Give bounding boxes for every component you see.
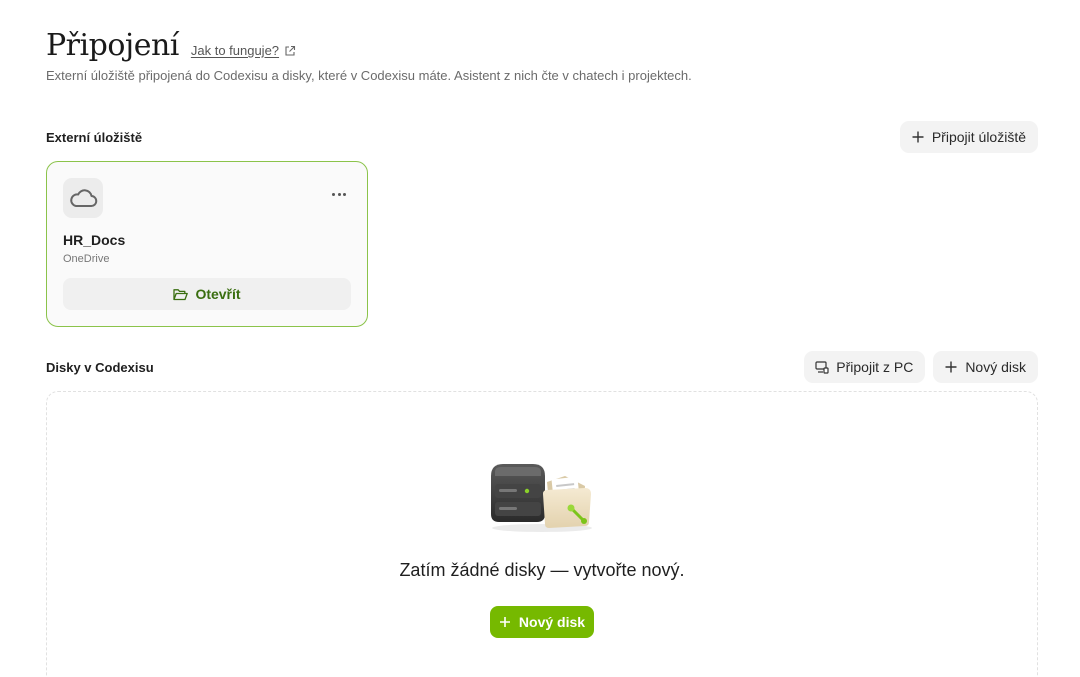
more-options-icon[interactable] [331, 184, 347, 204]
plus-icon [499, 617, 510, 627]
connect-storage-label: Připojit úložiště [931, 129, 1026, 145]
new-disk-label: Nový disk [965, 359, 1026, 375]
disks-header: Disky v Codexisu Připojit z PC Nový disk [46, 351, 1038, 383]
disks-title: Disky v Codexisu [46, 359, 154, 375]
connect-pc-button[interactable]: Připojit z PC [804, 351, 926, 383]
cloud-icon [70, 189, 98, 207]
connect-storage-button[interactable]: Připojit úložiště [899, 121, 1038, 153]
storage-card[interactable]: HR_Docs OneDrive Otevřít [46, 161, 368, 327]
folder-open-icon [173, 288, 189, 300]
plus-icon [912, 131, 924, 143]
storage-name: HR_Docs [63, 232, 126, 248]
help-link[interactable]: Jak to funguje? [191, 43, 296, 58]
open-storage-button[interactable]: Otevřít [63, 278, 351, 310]
storage-provider: OneDrive [63, 253, 110, 265]
connect-pc-label: Připojit z PC [836, 359, 914, 375]
external-storage-header: Externí úložiště Připojit úložiště [46, 121, 1038, 153]
storage-icon-badge [63, 178, 103, 218]
disks-empty-state: Zatím žádné disky — vytvořte nový. Nový … [46, 391, 1038, 677]
new-disk-button[interactable]: Nový disk [933, 351, 1038, 383]
connections-page: Připojení Jak to funguje? Externí úložiš… [46, 0, 1038, 677]
help-link-label: Jak to funguje? [190, 43, 280, 58]
pc-connect-icon [815, 361, 829, 374]
disks-actions: Připojit z PC Nový disk [804, 351, 1038, 383]
page-title: Připojení [46, 28, 179, 63]
empty-state-message: Zatím žádné disky — vytvořte nový. [399, 560, 685, 580]
external-link-icon [285, 45, 296, 56]
create-disk-label: Nový disk [518, 614, 586, 630]
page-subtitle: Externí úložiště připojená do Codexisu a… [46, 68, 692, 83]
page-header: Připojení Jak to funguje? [46, 28, 296, 63]
create-disk-button[interactable]: Nový disk [490, 606, 594, 638]
external-storage-title: Externí úložiště [46, 129, 143, 145]
plus-icon [945, 361, 957, 373]
server-folder-illustration [491, 464, 592, 532]
open-storage-label: Otevřít [195, 286, 241, 302]
